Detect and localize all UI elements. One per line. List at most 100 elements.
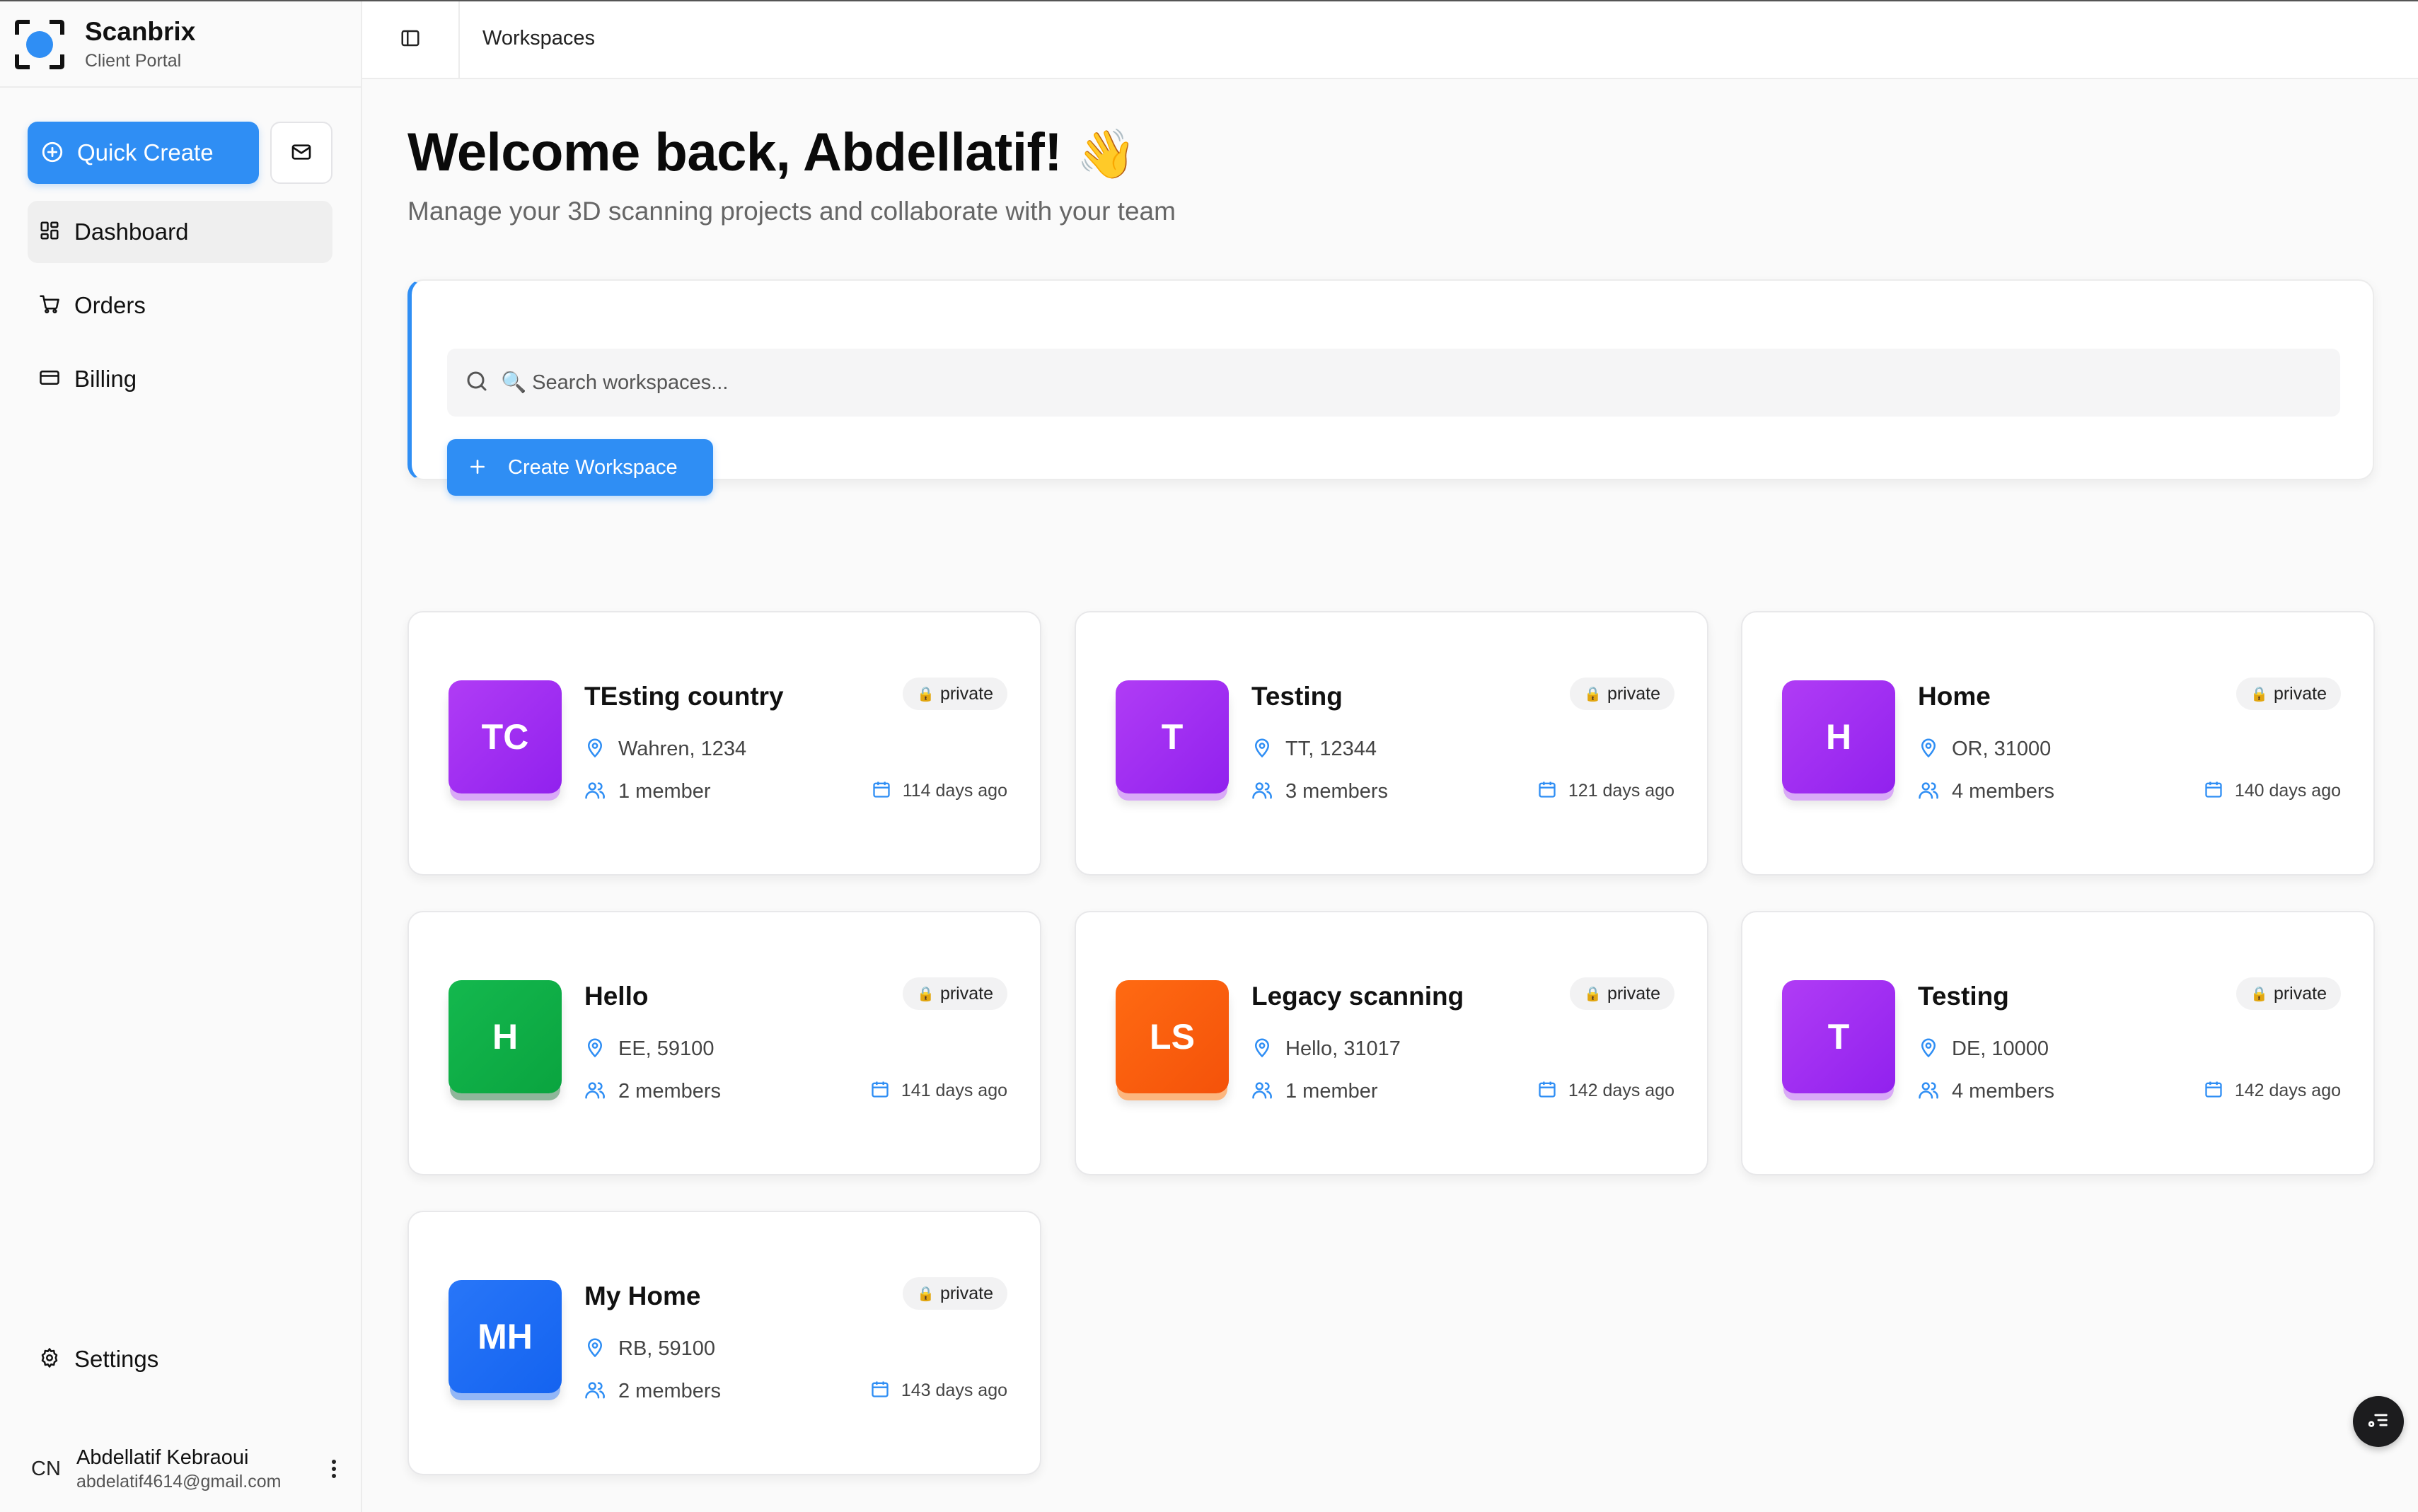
page-title: Workspaces bbox=[482, 27, 596, 50]
workspace-card[interactable]: T Testing 🔒 private DE, 10000 4 members 1… bbox=[1741, 911, 2375, 1175]
welcome-text: Welcome back, Abdellatif! bbox=[407, 122, 1063, 182]
workspace-location: DE, 10000 bbox=[1918, 1037, 2049, 1062]
workspace-name: Hello bbox=[584, 982, 649, 1011]
workspace-location: Hello, 31017 bbox=[1251, 1037, 1401, 1062]
workspace-members: 1 member bbox=[584, 779, 711, 804]
workspace-card[interactable]: T Testing 🔒 private TT, 12344 3 members 1… bbox=[1075, 611, 1708, 876]
workspace-location: RB, 59100 bbox=[584, 1337, 715, 1361]
workspace-card[interactable]: H Hello 🔒 private EE, 59100 2 members 141… bbox=[407, 911, 1041, 1175]
lock-icon: 🔒 bbox=[917, 985, 935, 1002]
calendar-icon bbox=[1537, 779, 1557, 803]
lock-icon: 🔒 bbox=[1584, 685, 1602, 702]
workspace-location: Wahren, 1234 bbox=[584, 737, 746, 762]
plus-icon bbox=[468, 458, 487, 478]
create-workspace-label: Create Workspace bbox=[508, 455, 678, 479]
search-box[interactable] bbox=[447, 349, 2340, 417]
map-pin-icon bbox=[584, 737, 606, 762]
sidebar-item-label: Billing bbox=[74, 366, 137, 392]
workspace-members: 2 members bbox=[584, 1079, 721, 1104]
workspace-created: 140 days ago bbox=[2204, 779, 2341, 803]
cart-icon bbox=[39, 293, 60, 318]
credit-card-icon bbox=[39, 367, 60, 392]
workspace-members: 3 members bbox=[1251, 779, 1388, 804]
visibility-badge: 🔒 private bbox=[903, 1277, 1007, 1310]
feedback-button[interactable] bbox=[2353, 1396, 2404, 1447]
search-icon bbox=[464, 368, 490, 397]
sidebar-item-label: Settings bbox=[74, 1346, 159, 1372]
sidebar-toggle-button[interactable] bbox=[362, 1, 460, 78]
inbox-button[interactable] bbox=[270, 122, 332, 184]
workspace-card[interactable]: TC TEsting country 🔒 private Wahren, 1234… bbox=[407, 611, 1041, 876]
visibility-badge: 🔒 private bbox=[1570, 977, 1674, 1010]
search-input[interactable] bbox=[501, 371, 2340, 395]
more-vertical-icon[interactable] bbox=[320, 1458, 348, 1479]
create-workspace-button[interactable]: Create Workspace bbox=[447, 439, 713, 496]
waving-hand-icon: 👋 bbox=[1076, 127, 1137, 182]
workspace-created: 114 days ago bbox=[872, 779, 1007, 803]
workspace-created: 142 days ago bbox=[1537, 1079, 1674, 1103]
welcome-heading: Welcome back, Abdellatif! 👋 bbox=[407, 122, 1136, 183]
users-icon bbox=[584, 779, 606, 804]
workspace-location: TT, 12344 bbox=[1251, 737, 1377, 762]
quick-create-label: Quick Create bbox=[77, 139, 214, 165]
brand-divider bbox=[0, 86, 362, 88]
user-profile[interactable]: CN Abdellatif Kebraoui abdelatif4614@gma… bbox=[14, 1437, 348, 1501]
brand-subtitle: Client Portal bbox=[85, 51, 182, 71]
mail-icon bbox=[290, 141, 313, 165]
workspace-name: My Home bbox=[584, 1281, 701, 1310]
lock-icon: 🔒 bbox=[2250, 685, 2268, 702]
lock-icon: 🔒 bbox=[917, 1285, 935, 1302]
sidebar-item-orders[interactable]: Orders bbox=[28, 274, 332, 337]
sidebar-item-settings[interactable]: Settings bbox=[28, 1328, 332, 1390]
plus-circle-icon bbox=[40, 140, 64, 166]
workspace-avatar: H bbox=[449, 980, 562, 1093]
avatar: CN bbox=[31, 1457, 61, 1480]
map-pin-icon bbox=[1251, 1037, 1273, 1062]
workspace-created: 121 days ago bbox=[1537, 779, 1674, 803]
workspace-name: Testing bbox=[1918, 982, 2009, 1011]
lock-icon: 🔒 bbox=[2250, 985, 2268, 1002]
workspace-members: 4 members bbox=[1918, 779, 2054, 804]
sidebar-item-dashboard[interactable]: Dashboard bbox=[28, 201, 332, 263]
workspace-avatar: MH bbox=[449, 1280, 562, 1393]
calendar-icon bbox=[872, 779, 891, 803]
workspace-location: OR, 31000 bbox=[1918, 737, 2051, 762]
workspace-card[interactable]: LS Legacy scanning 🔒 private Hello, 31017… bbox=[1075, 911, 1708, 1175]
workspace-avatar: T bbox=[1782, 980, 1895, 1093]
brand[interactable]: Scanbrix Client Portal bbox=[14, 17, 195, 72]
workspace-name: Legacy scanning bbox=[1251, 982, 1464, 1011]
map-pin-icon bbox=[1918, 737, 1939, 762]
workspace-members: 1 member bbox=[1251, 1079, 1378, 1104]
workspace-avatar: TC bbox=[449, 680, 562, 793]
workspace-card[interactable]: H Home 🔒 private OR, 31000 4 members 140 … bbox=[1741, 611, 2375, 876]
users-icon bbox=[584, 1379, 606, 1404]
app-window: Scanbrix Client Portal Quick Create Dash… bbox=[0, 0, 2418, 1512]
visibility-badge: 🔒 private bbox=[903, 977, 1007, 1010]
calendar-icon bbox=[870, 1379, 890, 1402]
calendar-icon bbox=[2204, 1079, 2223, 1103]
users-icon bbox=[1918, 1079, 1939, 1104]
sidebar-toggle-icon bbox=[400, 28, 421, 52]
quick-create-button[interactable]: Quick Create bbox=[28, 122, 259, 184]
workspace-members: 2 members bbox=[584, 1379, 721, 1404]
dashboard-icon bbox=[39, 220, 60, 245]
workspace-avatar: LS bbox=[1116, 980, 1229, 1093]
workspace-location: EE, 59100 bbox=[584, 1037, 714, 1062]
brand-name: Scanbrix bbox=[85, 17, 196, 46]
workspace-created: 141 days ago bbox=[870, 1079, 1007, 1103]
workspace-name: TEsting country bbox=[584, 682, 784, 711]
workspace-name: Home bbox=[1918, 682, 1991, 711]
visibility-badge: 🔒 private bbox=[2236, 977, 2341, 1010]
workspace-card[interactable]: MH My Home 🔒 private RB, 59100 2 members … bbox=[407, 1211, 1041, 1475]
lock-icon: 🔒 bbox=[1584, 985, 1602, 1002]
workspace-avatar: H bbox=[1782, 680, 1895, 793]
user-email: abdelatif4614@gmail.com bbox=[76, 1472, 282, 1491]
users-icon bbox=[1918, 779, 1939, 804]
page-subtitle: Manage your 3D scanning projects and col… bbox=[407, 197, 1176, 226]
sidebar-item-billing[interactable]: Billing bbox=[28, 348, 332, 410]
visibility-badge: 🔒 private bbox=[1570, 678, 1674, 710]
users-icon bbox=[1251, 779, 1273, 804]
map-pin-icon bbox=[584, 1037, 606, 1062]
users-icon bbox=[584, 1079, 606, 1104]
map-pin-icon bbox=[1918, 1037, 1939, 1062]
